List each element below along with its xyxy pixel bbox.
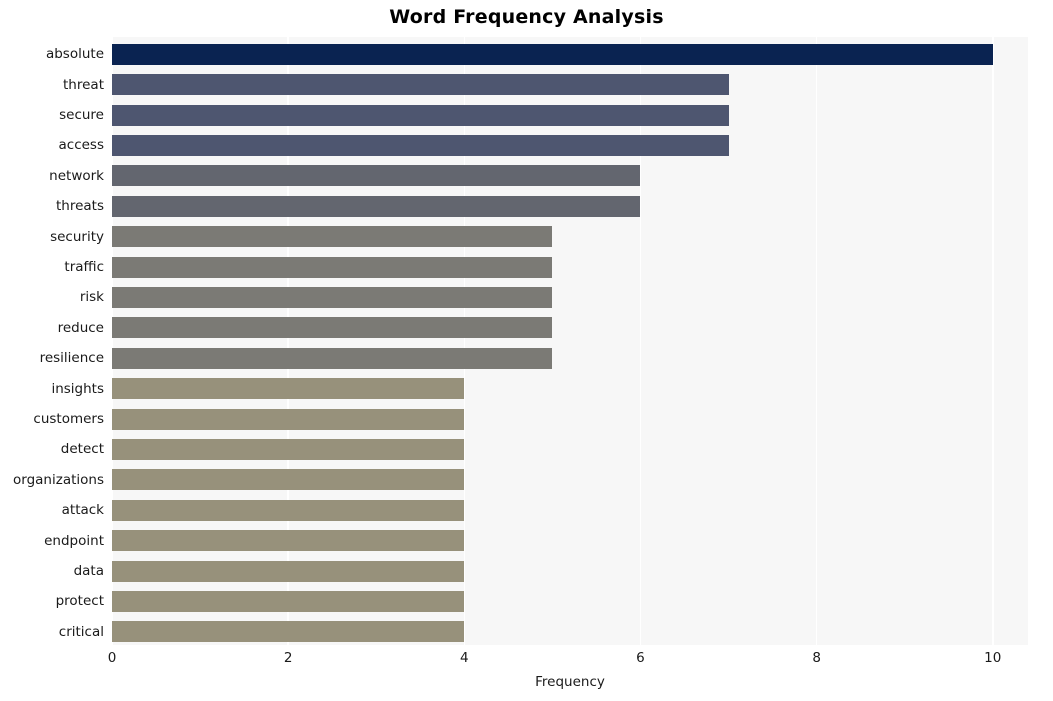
bar-endpoint[interactable]	[112, 530, 465, 552]
y-tick-label-attack: attack	[61, 502, 104, 519]
y-tick-label-risk: risk	[79, 289, 104, 306]
y-tick-label-customers: customers	[33, 411, 104, 427]
bar-resilience[interactable]	[112, 347, 553, 369]
bar-detect[interactable]	[112, 438, 465, 460]
bar-critical[interactable]	[112, 621, 465, 643]
y-tick-label-threat: threat	[63, 76, 104, 93]
bar-secure[interactable]	[112, 104, 729, 126]
x-axis-title: Frequency	[535, 674, 605, 690]
x-axis-tick-labels: 0 2 4 6 8 10	[108, 650, 1028, 670]
x-tick-label-6: 6	[636, 650, 645, 666]
y-tick-label-absolute: absolute	[45, 46, 104, 63]
plot-area	[112, 37, 1028, 645]
bar-data[interactable]	[112, 560, 465, 582]
y-axis-tick-labels: absolute threat secure access network threats…	[0, 37, 104, 645]
y-tick-label-protect: protect	[55, 593, 104, 610]
x-tick-label-8: 8	[812, 650, 821, 666]
x-tick-label-10: 10	[984, 650, 1002, 666]
word-frequency-chart: Word Frequency Analysis absolute threat se…	[0, 0, 1053, 701]
y-tick-label-secure: secure	[59, 107, 104, 123]
y-tick-label-data: data	[73, 563, 104, 579]
y-tick-label-reduce: reduce	[57, 319, 104, 336]
bar-protect[interactable]	[112, 590, 465, 612]
y-tick-label-access: access	[58, 137, 105, 154]
bar-attack[interactable]	[112, 499, 465, 521]
y-tick-label-detect: detect	[60, 441, 104, 458]
bar-reduce[interactable]	[112, 317, 553, 339]
bar-customers[interactable]	[112, 408, 465, 430]
y-tick-label-endpoint: endpoint	[44, 532, 104, 549]
bar-network[interactable]	[112, 165, 641, 187]
x-tick-label-0: 0	[107, 650, 117, 666]
bar-threat[interactable]	[112, 74, 729, 96]
y-tick-label-traffic: traffic	[64, 259, 104, 275]
bar-absolute[interactable]	[112, 43, 993, 65]
y-tick-label-insights: insights	[51, 380, 104, 397]
y-tick-label-critical: critical	[58, 623, 104, 640]
y-tick-label-threats: threats	[55, 198, 104, 215]
y-tick-label-security: security	[50, 228, 104, 245]
bar-organizations[interactable]	[112, 469, 465, 491]
x-tick-label-4: 4	[460, 650, 469, 666]
bar-threats[interactable]	[112, 195, 641, 217]
x-tick-label-2: 2	[283, 650, 293, 666]
bar-risk[interactable]	[112, 286, 553, 308]
bar-security[interactable]	[112, 226, 553, 248]
chart-title: Word Frequency Analysis	[389, 6, 664, 28]
bar-insights[interactable]	[112, 378, 465, 400]
bar-traffic[interactable]	[112, 256, 553, 278]
y-tick-label-organizations: organizations	[13, 471, 104, 488]
bars-layer	[112, 37, 1028, 645]
y-tick-label-network: network	[49, 167, 104, 184]
bar-access[interactable]	[112, 134, 729, 156]
y-tick-label-resilience: resilience	[39, 350, 104, 367]
